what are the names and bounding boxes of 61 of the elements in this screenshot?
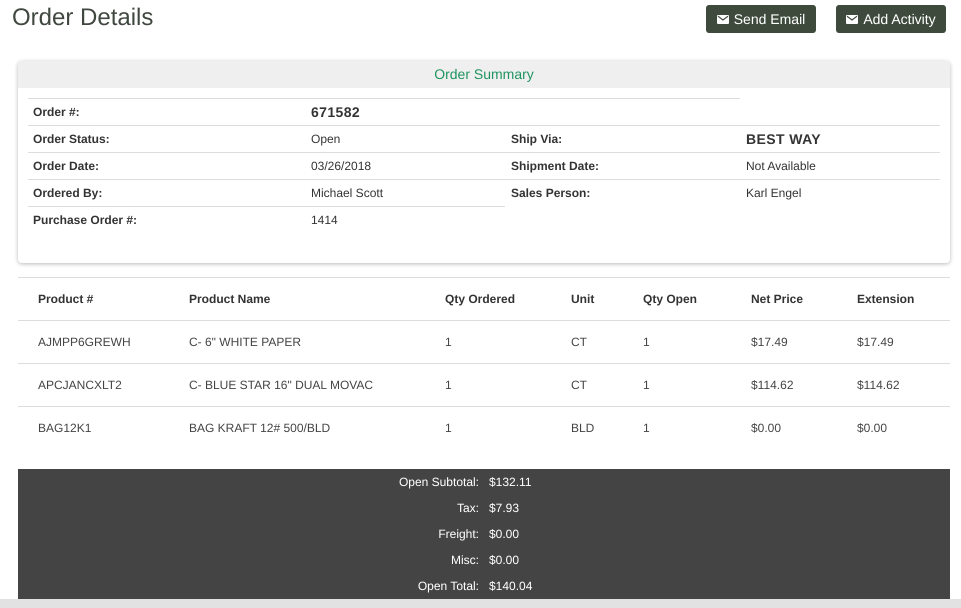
table-cell-text: C- 6" WHITE PAPER [188,335,302,349]
field-label: Sales Person: [510,186,592,200]
action-button[interactable]: Add Activity [836,5,946,33]
field-value: 1414 [311,213,338,227]
field-value: Not Available [746,159,816,173]
table-cell-text: 1 [642,335,651,349]
table-cell-text: 1 [642,378,651,392]
total-value: $132.11 [489,475,532,489]
column-header: Extension [856,292,916,306]
table-cell-text: APCJANCXLT2 [37,378,123,392]
total-label: Open Total: [418,579,479,593]
table-cell-text: $17.49 [856,335,895,349]
column-header: Product # [37,292,94,306]
mail-icon [716,14,729,24]
column-header: Product Name [188,292,272,306]
table-cell-text: C- BLUE STAR 16" DUAL MOVAC [188,378,374,392]
field-label: Order Status: [32,132,111,146]
column-header: Qty Open [642,292,698,306]
scrollbar-track[interactable] [0,599,961,608]
field-value: Michael Scott [311,186,384,200]
table-cell-text: $114.62 [856,378,900,392]
table-cell-text: $0.00 [856,421,888,435]
total-value: $7.93 [489,501,520,515]
table-cell-text: BAG12K1 [37,421,92,435]
table-cell-text: 1 [444,378,453,392]
table-cell-text: $17.49 [750,335,789,349]
table-cell-text: 1 [642,421,651,435]
field-value: Open [311,132,340,146]
field-label: Ship Via: [510,132,564,146]
card-header: Order Summary [18,61,950,88]
field-value: 671582 [311,104,360,120]
table-cell-text: CT [570,335,588,349]
field-label: Ordered By: [32,186,104,200]
field-label: Order #: [32,105,81,119]
column-header: Net Price [750,292,804,306]
action-button[interactable]: Send Email [706,5,816,33]
table-cell-text: BAG KRAFT 12# 500/BLD [188,421,332,435]
table-cell-text: BLD [570,421,596,435]
page-title: Order Details [12,4,154,32]
field-value: 03/26/2018 [311,159,372,173]
column-header: Qty Ordered [444,292,516,306]
table-cell-text: 1 [444,421,453,435]
table-cell-text: $0.00 [750,421,782,435]
field-label: Purchase Order #: [32,213,138,227]
table-cell-text: AJMPP6GREWH [37,335,132,349]
table-cell-text: 1 [444,335,453,349]
column-header: Unit [570,292,596,306]
total-value: $140.04 [489,579,532,593]
total-value: $0.00 [489,527,520,541]
field-label: Shipment Date: [510,159,600,173]
mail-icon [846,14,858,24]
table-cell-text: CT [570,378,588,392]
field-value: BEST WAY [746,131,822,147]
total-label: Tax: [456,501,479,515]
table-cell-text: $114.62 [750,378,794,392]
total-label: Open Subtotal: [398,475,479,489]
total-label: Misc: [451,553,479,567]
field-value: Karl Engel [746,186,802,200]
total-label: Freight: [438,527,479,541]
total-value: $0.00 [489,553,520,567]
field-label: Order Date: [32,159,100,173]
